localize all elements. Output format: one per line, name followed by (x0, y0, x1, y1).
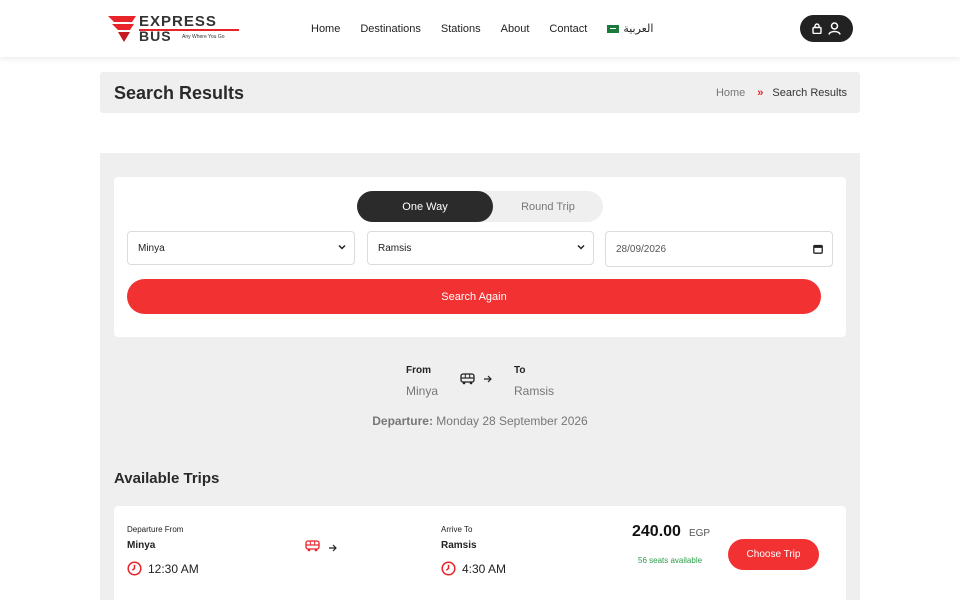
logo-tagline: Any Where You Go (182, 34, 225, 40)
route-to-label: To (514, 365, 526, 376)
nav-destinations[interactable]: Destinations (360, 23, 421, 35)
route-from-label: From (406, 365, 431, 376)
departure-value: Monday 28 September 2026 (436, 414, 588, 428)
saudi-flag-icon (607, 24, 620, 33)
one-way-tab[interactable]: One Way (357, 191, 493, 222)
date-input-value: 28/09/2026 (616, 243, 667, 255)
departure-city: Minya (127, 540, 156, 551)
departure-time-row: 12:30 AM (127, 561, 199, 576)
price-value: 240.00 (632, 523, 681, 540)
trip-type-toggle: One Way Round Trip (357, 191, 603, 222)
language-label: العربية (623, 23, 654, 35)
route-from-value: Minya (406, 384, 439, 398)
date-input[interactable]: 28/09/2026 (605, 231, 833, 267)
breadcrumb-home[interactable]: Home (716, 87, 745, 99)
from-select[interactable]: Minya (127, 231, 355, 265)
round-trip-tab[interactable]: Round Trip (493, 191, 603, 222)
nav-stations[interactable]: Stations (441, 23, 481, 35)
logo-text-bottom: BUS (139, 28, 172, 44)
page-title-bar: Search Results Home » Search Results (100, 72, 860, 113)
results-section: One Way Round Trip Minya Ramsis 28/09/20… (100, 153, 860, 616)
wings-icon (108, 16, 136, 42)
search-form: One Way Round Trip Minya Ramsis 28/09/20… (114, 177, 846, 337)
arrive-time: 4:30 AM (462, 561, 507, 576)
arrive-to-label: Arrive To (441, 525, 473, 534)
clock-icon (127, 561, 142, 576)
bus-icon (305, 540, 320, 552)
breadcrumb-current: Search Results (772, 87, 847, 99)
user-icon (828, 22, 841, 35)
route-to-value: Ramsis (514, 384, 555, 398)
chevron-down-icon (577, 244, 585, 250)
arrow-right-icon (484, 375, 492, 383)
price-currency: EGP (688, 528, 711, 539)
arrive-time-row: 4:30 AM (441, 561, 506, 576)
departure-date: Departure: Monday 28 September 2026 (100, 414, 860, 428)
available-trips-heading: Available Trips (114, 470, 220, 487)
calendar-icon[interactable] (813, 244, 823, 254)
nav-about[interactable]: About (501, 23, 530, 35)
breadcrumb: Home » Search Results (716, 87, 847, 99)
departure-time: 12:30 AM (148, 561, 199, 576)
arrow-right-icon (329, 544, 337, 552)
to-select-value: Ramsis (378, 242, 412, 254)
to-select[interactable]: Ramsis (367, 231, 594, 265)
bus-icon (460, 373, 475, 385)
search-again-button[interactable]: Search Again (127, 279, 821, 314)
account-button[interactable] (800, 15, 853, 42)
departure-from-label: Departure From (127, 525, 184, 534)
choose-trip-button[interactable]: Choose Trip (728, 539, 819, 570)
express-bus-logo[interactable]: EXPRESS BUS Any Where You Go (106, 12, 240, 46)
breadcrumb-separator-icon: » (757, 87, 764, 99)
clock-icon (441, 561, 456, 576)
site-header: EXPRESS BUS Any Where You Go Home Destin… (0, 0, 960, 57)
nav-contact[interactable]: Contact (549, 23, 587, 35)
trip-price: 240.00 EGP (632, 523, 710, 541)
language-switch[interactable]: العربية (607, 22, 673, 35)
chevron-down-icon (338, 244, 346, 250)
seats-available: 56 seats available (638, 556, 703, 565)
arrive-city: Ramsis (441, 540, 477, 551)
main-nav: Home Destinations Stations About Contact… (311, 22, 693, 36)
lock-icon (812, 23, 822, 34)
departure-label: Departure: (372, 414, 433, 428)
from-select-value: Minya (138, 242, 165, 254)
nav-home[interactable]: Home (311, 23, 340, 35)
page-title: Search Results (114, 83, 245, 103)
